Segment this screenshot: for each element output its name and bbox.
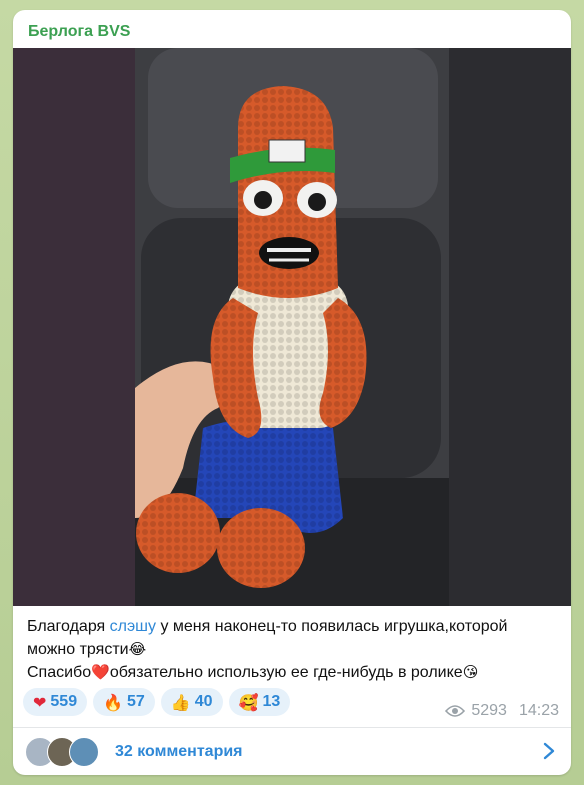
reaction-count: 13 [262,693,281,710]
eye-icon [445,705,466,717]
fire-icon: 🔥 [103,692,124,712]
reaction-count: 559 [50,693,78,710]
caption-text-1: Благодаря [27,618,110,635]
chevron-right-icon [543,742,555,760]
caption-text-3: Спасибо [27,664,92,681]
crochet-toy-illustration [13,48,571,606]
heart-icon: ❤ [33,692,47,712]
reaction-count: 40 [194,693,213,710]
caption-text-4: обязательно использую ее где-нибудь в ро… [109,664,463,681]
heart-emoji-icon: ❤️ [91,663,110,681]
comments-count-label: 32 комментария [115,742,243,760]
reaction-heart[interactable]: ❤ 559 [23,688,88,716]
reaction-count: 57 [127,693,145,710]
laughing-emoji-icon: 😂 [128,640,147,658]
views-count: 5293 [471,702,507,719]
thumbs-up-icon: 👍 [170,692,191,712]
reaction-thumbs-up[interactable]: 👍 40 [160,688,223,716]
avatar [69,736,99,767]
post-photo[interactable] [13,48,571,606]
commenter-avatars [25,736,105,767]
smiling-hearts-icon: 🥰 [238,692,259,712]
reactions-bar: ❤ 559 🔥 57 👍 40 🥰 13 [23,688,291,716]
reaction-smiling-hearts[interactable]: 🥰 13 [228,688,291,716]
post-caption: Благодаря слэшу у меня наконец-то появил… [27,616,557,684]
reaction-fire[interactable]: 🔥 57 [93,688,155,716]
channel-name[interactable]: Берлога BVS [28,23,130,41]
mention-link[interactable]: слэшу [110,618,156,635]
kiss-emoji-icon: 😘 [462,663,479,681]
comments-button[interactable]: 32 комментария [13,728,571,775]
channel-post: Берлога BVS Благодаря слэшу у меня након… [13,10,571,775]
post-meta: 5293 14:23 [445,702,559,720]
post-time: 14:23 [518,702,559,719]
